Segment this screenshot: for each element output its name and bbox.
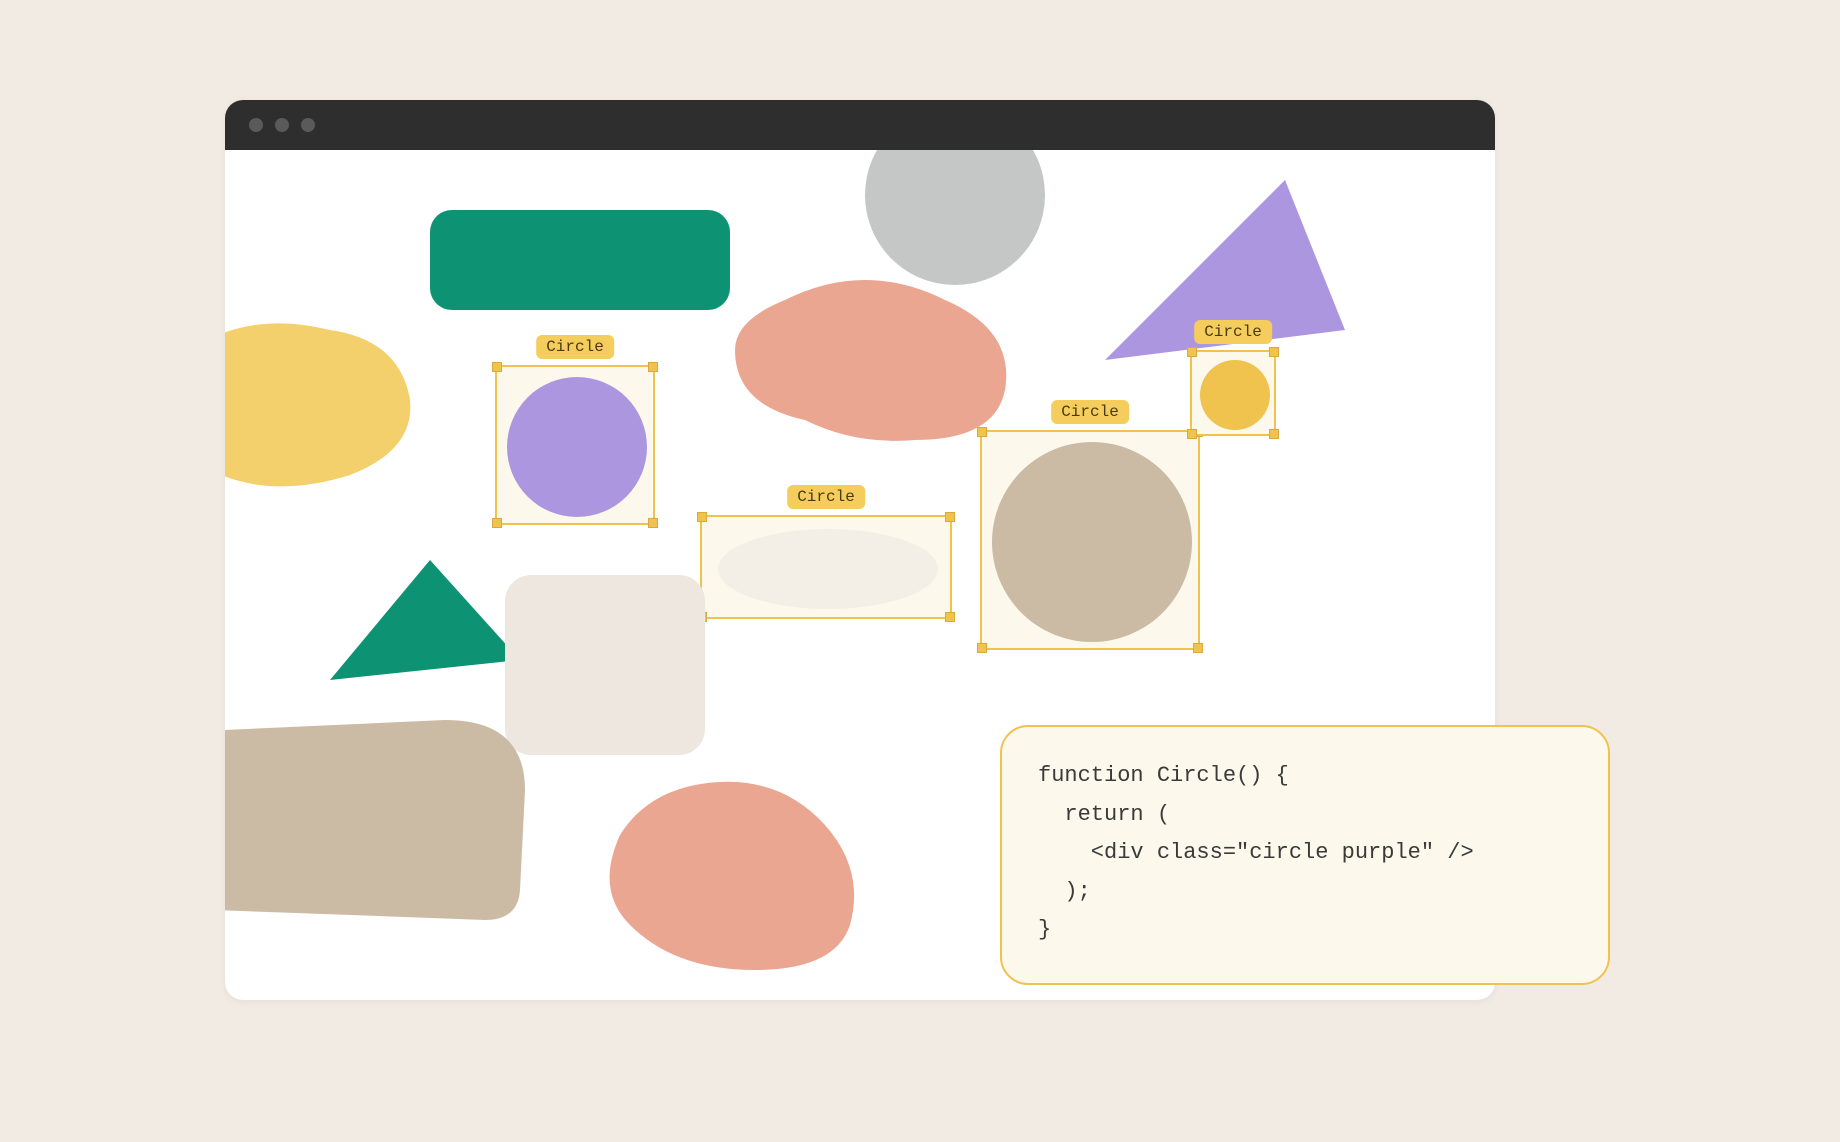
shape-circle-beige[interactable] [992,442,1192,642]
shape-blob-beige[interactable] [225,710,535,930]
resize-handle-icon[interactable] [1187,347,1197,357]
resize-handle-icon[interactable] [492,518,502,528]
code-line: return ( [1038,802,1170,827]
shape-ellipse-cream[interactable] [718,529,938,609]
resize-handle-icon[interactable] [697,512,707,522]
shape-blob-peach[interactable] [725,270,1025,450]
selection-label: Circle [1194,320,1272,344]
code-line: } [1038,917,1051,942]
code-line: function Circle() { [1038,763,1289,788]
selection-label: Circle [787,485,865,509]
resize-handle-icon[interactable] [945,612,955,622]
resize-handle-icon[interactable] [945,512,955,522]
shape-triangle-green[interactable] [330,560,520,700]
resize-handle-icon[interactable] [648,518,658,528]
resize-handle-icon[interactable] [977,427,987,437]
shape-circle-yellow[interactable] [1200,360,1270,430]
resize-handle-icon[interactable] [1187,429,1197,439]
window-button-minimize-icon[interactable] [275,118,289,132]
window-button-close-icon[interactable] [249,118,263,132]
selection-label: Circle [536,335,614,359]
resize-handle-icon[interactable] [977,643,987,653]
selection-box-beige-circle[interactable]: Circle [980,430,1200,650]
selection-box-yellow-circle[interactable]: Circle [1190,350,1276,436]
shape-blob-yellow[interactable] [225,310,420,490]
window-button-maximize-icon[interactable] [301,118,315,132]
shape-blob-peach-bottom[interactable] [605,775,865,975]
code-line: ); [1038,879,1091,904]
selection-label: Circle [1051,400,1129,424]
window-titlebar [225,100,1495,150]
code-line: <div class="circle purple" /> [1038,840,1474,865]
selection-box-ellipse[interactable]: Circle [700,515,952,619]
resize-handle-icon[interactable] [1193,643,1203,653]
resize-handle-icon[interactable] [648,362,658,372]
resize-handle-icon[interactable] [1269,429,1279,439]
shape-rounded-rectangle-green[interactable] [430,210,730,310]
shape-halfcircle-gray[interactable] [865,150,1045,285]
shape-rounded-rectangle-cream[interactable] [505,575,705,755]
selection-box-purple-circle[interactable]: Circle [495,365,655,525]
resize-handle-icon[interactable] [1269,347,1279,357]
resize-handle-icon[interactable] [492,362,502,372]
shape-circle-purple[interactable] [507,377,647,517]
code-snippet-panel: function Circle() { return ( <div class=… [1000,725,1610,985]
